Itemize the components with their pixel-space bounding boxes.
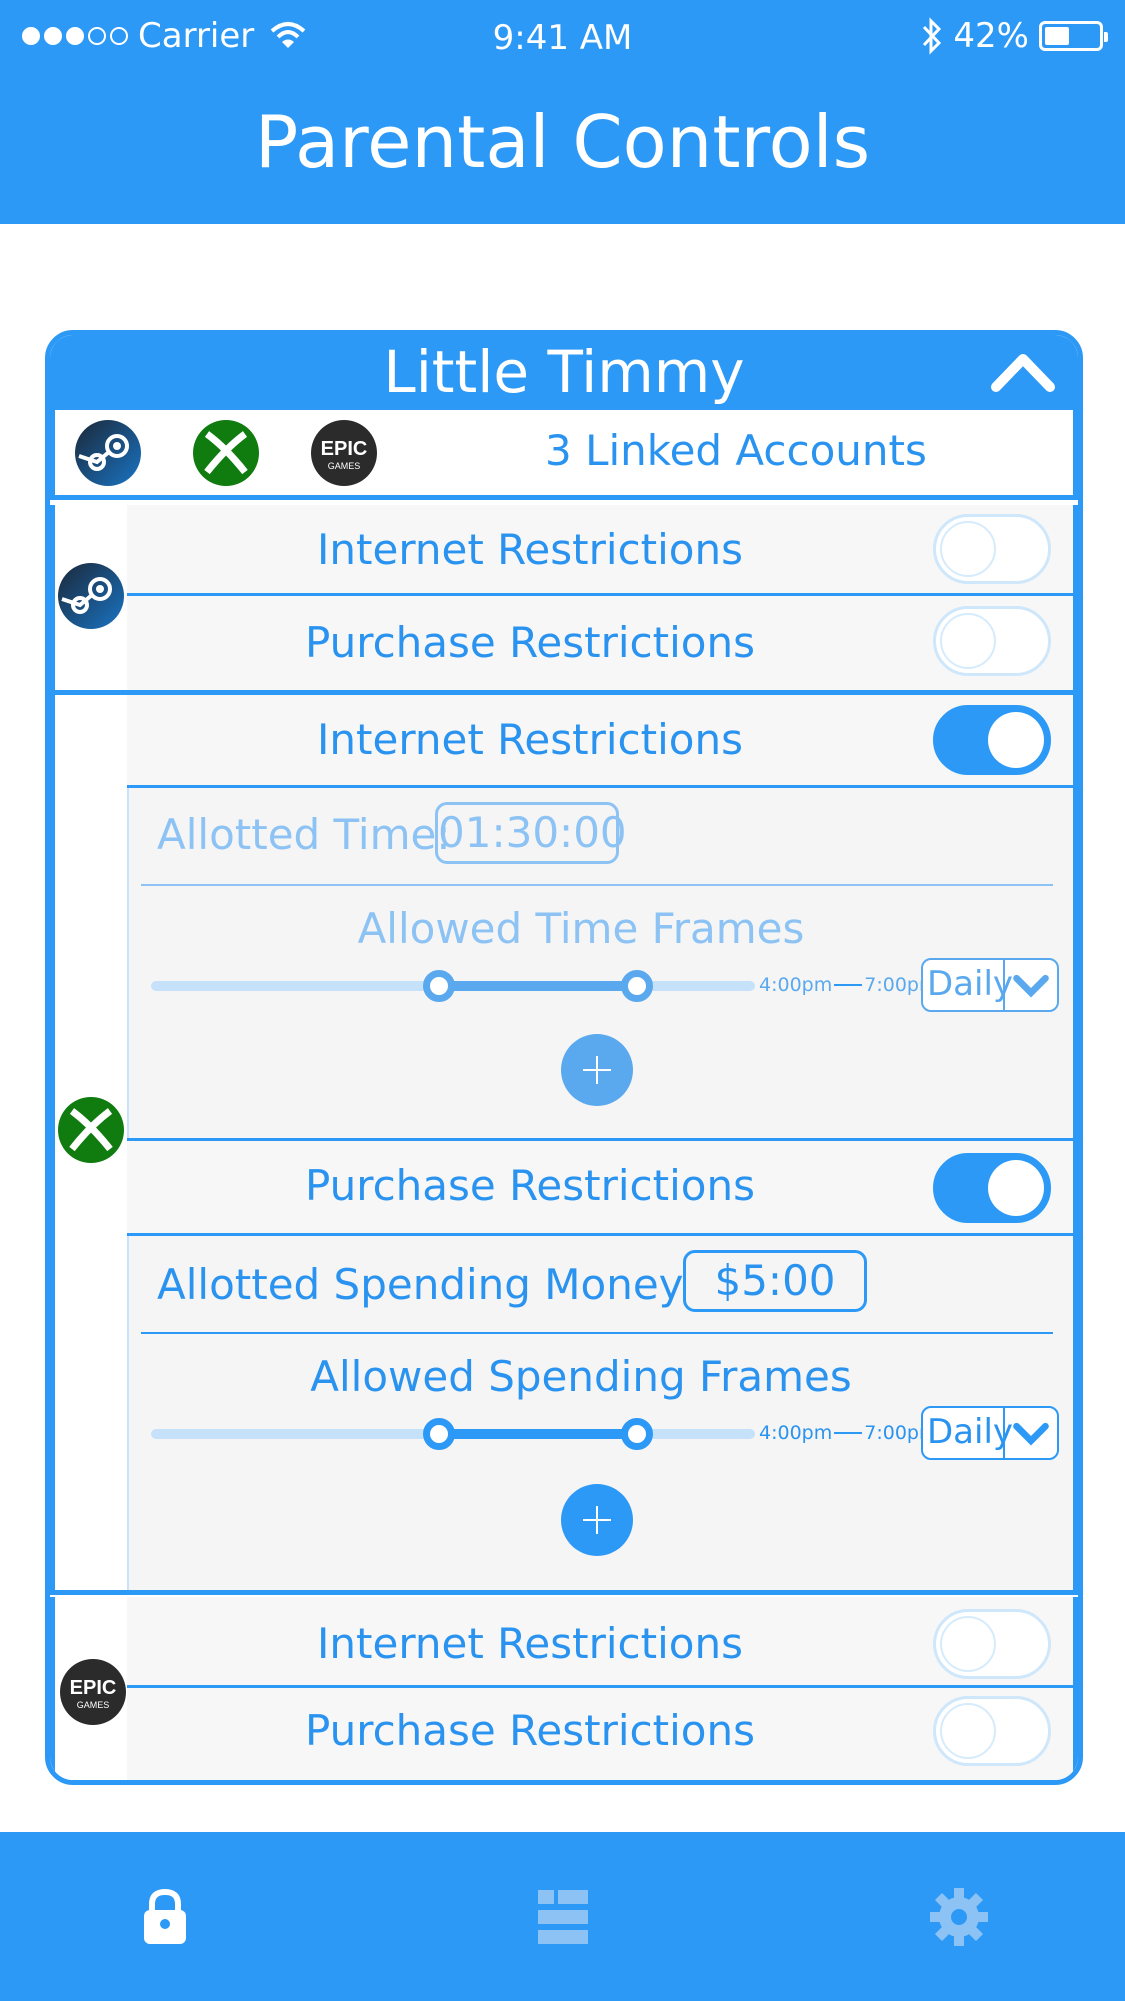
xbox-purchase-toggle[interactable] bbox=[933, 1153, 1051, 1223]
svg-text:GAMES: GAMES bbox=[328, 461, 361, 471]
chevron-down-icon bbox=[1003, 1408, 1049, 1458]
frequency-select[interactable]: Daily bbox=[921, 958, 1059, 1012]
spending-frame-start-handle[interactable] bbox=[423, 1418, 455, 1450]
epic-purchase-row: Purchase Restrictions bbox=[127, 1688, 1073, 1780]
epic-internet-toggle[interactable] bbox=[933, 1609, 1051, 1679]
divider bbox=[141, 884, 1053, 886]
frequency-select[interactable]: Daily bbox=[921, 1406, 1059, 1460]
steam-logo-column bbox=[55, 505, 127, 690]
steam-purchase-row: Purchase Restrictions bbox=[127, 596, 1073, 690]
allotted-time-label: Allotted Time: bbox=[157, 810, 451, 859]
epic-games-logo-icon: EPIC GAMES bbox=[311, 420, 377, 486]
app-header: Carrier 9:41 AM 42% Parental Controls bbox=[0, 0, 1125, 224]
internet-restrictions-label: Internet Restrictions bbox=[317, 715, 743, 764]
page-title: Parental Controls bbox=[254, 100, 871, 184]
xbox-logo-icon bbox=[193, 420, 259, 486]
epic-purchase-toggle[interactable] bbox=[933, 1696, 1051, 1766]
lock-icon bbox=[144, 1888, 186, 1944]
time-frame-start-handle[interactable] bbox=[423, 970, 455, 1002]
purchase-restrictions-label: Purchase Restrictions bbox=[305, 1161, 755, 1210]
allowed-spending-frames-title: Allowed Spending Frames bbox=[310, 1352, 852, 1401]
allowed-time-frames-title: Allowed Time Frames bbox=[357, 904, 805, 953]
allotted-time-field[interactable]: 01:30:00 bbox=[435, 802, 627, 864]
internet-restrictions-label: Internet Restrictions bbox=[317, 1619, 743, 1668]
child-profile-card: Little Timmy EPIC GAMES 3 Linked Accounts… bbox=[45, 330, 1083, 1785]
range-start: 4:00pm bbox=[759, 974, 833, 996]
xbox-purchase-row: Purchase Restrictions bbox=[127, 1141, 1073, 1233]
xbox-internet-row: Internet Restrictions bbox=[127, 695, 1073, 785]
status-right: 42% bbox=[921, 16, 1108, 56]
profile-name: Little Timmy bbox=[383, 338, 745, 406]
svg-text:EPIC: EPIC bbox=[70, 1677, 117, 1699]
status-bar: Carrier 9:41 AM 42% bbox=[0, 0, 1125, 80]
svg-text:GAMES: GAMES bbox=[77, 1700, 110, 1710]
tab-settings[interactable] bbox=[924, 1882, 994, 1952]
chevron-down-icon bbox=[1003, 960, 1049, 1010]
svg-text:EPIC: EPIC bbox=[321, 438, 368, 460]
battery-icon bbox=[1039, 21, 1108, 51]
allotted-spending-field[interactable]: $5:00 bbox=[683, 1250, 867, 1312]
steam-internet-toggle[interactable] bbox=[933, 514, 1051, 584]
frequency-value: Daily bbox=[927, 964, 1014, 1004]
tab-list[interactable] bbox=[528, 1882, 598, 1952]
time-frame-slider-range bbox=[439, 981, 637, 991]
xbox-internet-toggle[interactable] bbox=[933, 705, 1051, 775]
xbox-logo-icon bbox=[58, 1097, 124, 1163]
spending-frame-end-handle[interactable] bbox=[621, 1418, 653, 1450]
list-icon bbox=[538, 1890, 588, 1944]
linked-accounts-label: 3 Linked Accounts bbox=[545, 426, 927, 475]
xbox-logo-column bbox=[55, 695, 127, 1590]
epic-internet-row: Internet Restrictions bbox=[127, 1597, 1073, 1685]
epic-logo-column: EPIC GAMES bbox=[55, 1597, 127, 1780]
frequency-value: Daily bbox=[927, 1412, 1014, 1452]
allotted-spending-label: Allotted Spending Money bbox=[157, 1260, 684, 1309]
steam-logo-icon bbox=[58, 563, 124, 629]
epic-games-logo-icon: EPIC GAMES bbox=[60, 1659, 126, 1725]
add-spending-frame-button[interactable] bbox=[561, 1484, 633, 1556]
time-frame-end-handle[interactable] bbox=[621, 970, 653, 1002]
gear-icon bbox=[930, 1888, 988, 1946]
spending-frame-slider-range bbox=[439, 1429, 637, 1439]
time-frame-range-text: 4:00pm 7:00pm bbox=[759, 974, 938, 996]
xbox-section: Internet Restrictions Allotted Time: 01:… bbox=[50, 695, 1078, 1595]
tab-lock[interactable] bbox=[130, 1882, 200, 1952]
divider bbox=[141, 1332, 1053, 1334]
xbox-internet-details: Allotted Time: 01:30:00 Allowed Time Fra… bbox=[127, 788, 1073, 1138]
tab-bar bbox=[0, 1832, 1125, 2001]
bluetooth-icon bbox=[923, 17, 942, 55]
steam-logo-icon bbox=[75, 420, 141, 486]
battery-percent: 42% bbox=[953, 16, 1029, 56]
steam-internet-row: Internet Restrictions bbox=[127, 505, 1073, 593]
internet-restrictions-label: Internet Restrictions bbox=[317, 525, 743, 574]
range-start: 4:00pm bbox=[759, 1422, 833, 1444]
epic-section: EPIC GAMES Internet Restrictions Purchase… bbox=[50, 1597, 1078, 1780]
purchase-restrictions-label: Purchase Restrictions bbox=[305, 1706, 755, 1755]
add-time-frame-button[interactable] bbox=[561, 1034, 633, 1106]
xbox-purchase-details: Allotted Spending Money $5:00 Allowed Sp… bbox=[127, 1236, 1073, 1590]
linked-accounts-row[interactable]: EPIC GAMES 3 Linked Accounts bbox=[50, 410, 1078, 500]
purchase-restrictions-label: Purchase Restrictions bbox=[305, 618, 755, 667]
chevron-up-icon[interactable] bbox=[990, 349, 1056, 393]
profile-header[interactable]: Little Timmy bbox=[50, 335, 1078, 410]
steam-section: Internet Restrictions Purchase Restricti… bbox=[50, 505, 1078, 695]
steam-purchase-toggle[interactable] bbox=[933, 606, 1051, 676]
spending-frame-range-text: 4:00pm 7:00pm bbox=[759, 1422, 938, 1444]
